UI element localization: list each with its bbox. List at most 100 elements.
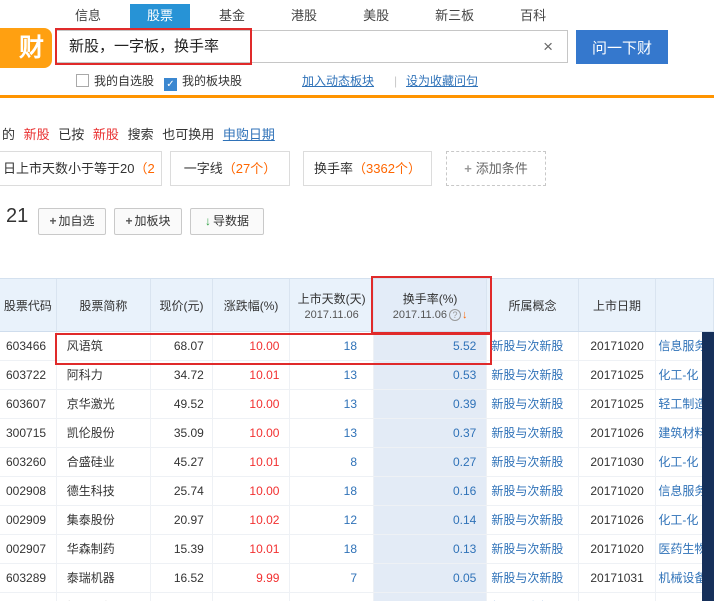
cell-stock-name[interactable]: 华森制药 [57, 535, 152, 563]
table-row[interactable]: 603607 京华激光 49.52 10.00 13 0.39 新股与次新股 2… [0, 390, 714, 419]
help-icon[interactable]: ? [448, 308, 461, 321]
cell-concept[interactable]: 新股与次新股 [487, 506, 579, 534]
cell-stock-code: 603722 [0, 361, 57, 389]
export-data-button[interactable]: ↓ 导数据 [190, 208, 264, 235]
cell-turnover-rate: 0.16 [374, 477, 488, 505]
table-row[interactable]: 002908 德生科技 25.74 10.00 18 0.16 新股与次新股 2… [0, 477, 714, 506]
cell-concept[interactable]: 新股与次新股 [487, 390, 579, 418]
cell-concept[interactable]: 新股与次新股 [487, 535, 579, 563]
cell-stock-code: 603260 [0, 448, 57, 476]
add-watchlist-label: 加自选 [58, 214, 95, 228]
filter-count: （27个） [222, 161, 277, 176]
add-board-button[interactable]: + 加板块 [114, 208, 182, 235]
my-watchlist-checkbox[interactable] [76, 74, 89, 87]
cell-concept[interactable]: 新股与次新股 [487, 448, 579, 476]
cell-concept[interactable]: 新股与次新股 [487, 564, 579, 592]
table-row[interactable]: 603507 振江股份 新股与次新股 20171101 [0, 593, 714, 601]
cell-change-percent: 10.00 [213, 390, 291, 418]
header-list-date[interactable]: 上市日期 [579, 279, 657, 331]
filter-one-word-board[interactable]: 一字线（27个） [170, 151, 290, 186]
summary-mid2: 搜索 [127, 127, 154, 142]
cell-days-listed: 13 [290, 390, 374, 418]
sort-descending-icon[interactable]: ↓ [462, 309, 468, 321]
filter-label: 一字线 [183, 161, 223, 176]
set-favorite-query-link[interactable]: 设为收藏问句 [406, 74, 478, 88]
cell-turnover-rate: 0.13 [374, 535, 488, 563]
nav-tab[interactable]: 美股 [346, 4, 406, 28]
nav-tab[interactable]: 基金 [202, 4, 262, 28]
add-condition-button[interactable]: + 添加条件 [446, 151, 546, 186]
header-stock-code[interactable]: 股票代码 [0, 279, 57, 331]
options-row: 我的自选股 ✓ 我的板块股 加入动态板块 | 设为收藏问句 [0, 74, 714, 92]
cell-change-percent: 10.01 [213, 535, 291, 563]
header-days-listed[interactable]: 上市天数(天) 2017.11.06 [290, 279, 374, 331]
ask-wencai-button[interactable]: 问一下财 [576, 30, 668, 64]
cell-stock-name[interactable]: 风语筑 [57, 332, 152, 360]
cell-stock-name[interactable]: 凯伦股份 [57, 419, 152, 447]
cell-stock-name[interactable]: 集泰股份 [57, 506, 152, 534]
cell-concept[interactable]: 新股与次新股 [487, 593, 579, 601]
cell-stock-code: 603289 [0, 564, 57, 592]
nav-tab[interactable]: 百科 [503, 4, 563, 28]
search-input[interactable]: 新股，一字板，换手率 × [56, 30, 568, 63]
purchase-date-link[interactable]: 申购日期 [223, 127, 275, 142]
nav-tab[interactable]: 新三板 [418, 4, 491, 28]
header-turnover[interactable]: 换手率(%) 2017.11.06? ↓ [373, 279, 488, 331]
link-divider: | [394, 74, 398, 88]
clear-search-icon[interactable]: × [543, 31, 553, 62]
cell-days-listed: 13 [290, 361, 374, 389]
table-row[interactable]: 603289 泰瑞机器 16.52 9.99 7 0.05 新股与次新股 201… [0, 564, 714, 593]
cell-concept[interactable]: 新股与次新股 [487, 361, 579, 389]
plus-icon: + [464, 161, 472, 176]
cell-price: 49.52 [151, 390, 213, 418]
filter-turnover-rate[interactable]: 换手率（3362个） [303, 151, 432, 186]
cell-stock-name[interactable]: 振江股份 [57, 593, 152, 601]
cell-change-percent: 9.99 [213, 564, 291, 592]
cell-turnover-rate: 0.37 [374, 419, 488, 447]
search-query-text: 新股，一字板，换手率 [69, 38, 220, 55]
cell-turnover-rate: 5.52 [374, 332, 488, 360]
cell-change-percent: 10.00 [213, 332, 291, 360]
nav-tab[interactable]: 股票 [130, 4, 191, 28]
cell-turnover-rate: 0.05 [374, 564, 488, 592]
table-row[interactable]: 603722 阿科力 34.72 10.01 13 0.53 新股与次新股 20… [0, 361, 714, 390]
nav-tab[interactable]: 信息 [58, 4, 118, 28]
cell-price: 34.72 [151, 361, 213, 389]
table-row[interactable]: 300715 凯伦股份 35.09 10.00 13 0.37 新股与次新股 2… [0, 419, 714, 448]
cell-change-percent: 10.00 [213, 477, 291, 505]
add-watchlist-button[interactable]: + 加自选 [38, 208, 106, 235]
cell-stock-name[interactable]: 京华激光 [57, 390, 152, 418]
plus-icon: + [49, 214, 57, 228]
cell-price: 35.09 [151, 419, 213, 447]
cell-days-listed: 18 [290, 535, 374, 563]
header-turnover-date: 2017.11.06? ↓ [393, 308, 468, 321]
cell-stock-code: 603507 [0, 593, 57, 601]
cell-turnover-rate [374, 593, 488, 601]
table-row[interactable]: 002909 集泰股份 20.97 10.02 12 0.14 新股与次新股 2… [0, 506, 714, 535]
top-nav: 信息 股票 基金 港股 美股 新三板 百科 [0, 4, 714, 28]
header-price[interactable]: 现价(元) [151, 279, 213, 331]
my-boards-checkbox[interactable]: ✓ [164, 78, 177, 91]
cell-concept[interactable]: 新股与次新股 [487, 419, 579, 447]
cell-concept[interactable]: 新股与次新股 [487, 477, 579, 505]
table-row[interactable]: 603466 风语筑 68.07 10.00 18 5.52 新股与次新股 20… [0, 332, 714, 361]
nav-tab[interactable]: 港股 [274, 4, 334, 28]
cell-concept[interactable]: 新股与次新股 [487, 332, 579, 360]
cell-list-date: 20171031 [579, 564, 657, 592]
filter-days-listed[interactable]: 日上市天数小于等于20（2 [0, 151, 162, 186]
header-stock-name[interactable]: 股票简称 [57, 279, 152, 331]
my-boards-label: 我的板块股 [182, 74, 243, 88]
vertical-scrollbar[interactable] [702, 332, 714, 601]
header-concept[interactable]: 所属概念 [487, 279, 579, 331]
cell-stock-name[interactable]: 德生科技 [57, 477, 152, 505]
table-row[interactable]: 002907 华森制药 15.39 10.01 18 0.13 新股与次新股 2… [0, 535, 714, 564]
header-change[interactable]: 涨跌幅(%) [213, 279, 291, 331]
cell-stock-name[interactable]: 合盛硅业 [57, 448, 152, 476]
cell-stock-name[interactable]: 阿科力 [57, 361, 152, 389]
cell-stock-name[interactable]: 泰瑞机器 [57, 564, 152, 592]
table-row[interactable]: 603260 合盛硅业 45.27 10.01 8 0.27 新股与次新股 20… [0, 448, 714, 477]
filter-label: 换手率 [314, 161, 354, 176]
summary-mid1: 已按 [58, 127, 85, 142]
add-dynamic-board-link[interactable]: 加入动态板块 [302, 74, 374, 88]
cell-stock-code: 002909 [0, 506, 57, 534]
